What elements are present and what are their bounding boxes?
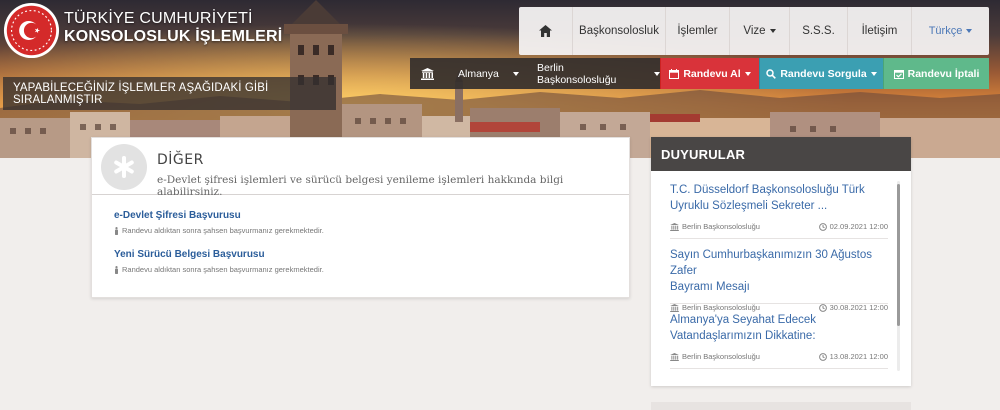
- clock-icon: [818, 303, 827, 312]
- brand-line-2: KONSOLOSLUK İŞLEMLERİ: [64, 28, 283, 45]
- nav-islemler[interactable]: İşlemler: [666, 7, 730, 55]
- news-divider: [670, 303, 888, 304]
- appointment-query-label: Randevu Sorgula: [780, 67, 867, 80]
- news-title-line-1[interactable]: Almanya'ya Seyahat Edecek: [670, 312, 888, 328]
- appointment-query-button[interactable]: Randevu Sorgula: [759, 58, 883, 89]
- news-item[interactable]: Almanya'ya Seyahat Edecek Vatandaşlarımı…: [670, 312, 888, 361]
- appointment-button[interactable]: Randevu Al: [660, 58, 759, 89]
- calendar-check-icon: [893, 69, 904, 79]
- language-selector[interactable]: Türkçe: [912, 7, 989, 55]
- mission-building-icon-cell: [410, 58, 448, 89]
- category-badge: [101, 144, 147, 190]
- news-date-text: 30.08.2021 12:00: [829, 303, 888, 312]
- news-meta: Berlin Başkonsolosluğu 30.08.2021 12:00: [670, 303, 888, 312]
- institution-icon: [420, 67, 434, 80]
- driver-license-link[interactable]: Yeni Sürücü Belgesi Başvurusu: [114, 249, 324, 260]
- mission-label: Berlin Başkonsolosluğu: [537, 61, 617, 86]
- service-item: e-Devlet Şifresi Başvurusu Randevu aldık…: [114, 210, 324, 235]
- chevron-down-icon: [744, 71, 751, 76]
- news-date-text: 02.09.2021 12:00: [829, 222, 888, 231]
- news-meta: Berlin Başkonsolosluğu 13.08.2021 12:00: [670, 352, 888, 361]
- appointment-cancel-button[interactable]: Randevu İptali: [883, 58, 989, 89]
- turkey-emblem-logo[interactable]: [3, 2, 60, 59]
- news-date: 30.08.2021 12:00: [818, 303, 888, 312]
- mission-toolbar: Almanya Berlin Başkonsolosluğu Randevu A…: [410, 58, 989, 89]
- news-source: Berlin Başkonsolosluğu: [670, 222, 760, 231]
- person-icon: [115, 265, 118, 274]
- institution-icon: [670, 222, 679, 231]
- institution-icon: [670, 352, 679, 361]
- asterisk-icon: [114, 156, 134, 178]
- news-source-text: Berlin Başkonsolosluğu: [682, 303, 760, 312]
- announcements-title: DUYURULAR: [651, 137, 911, 171]
- service-item: Yeni Sürücü Belgesi Başvurusu Randevu al…: [114, 249, 324, 274]
- news-divider: [670, 368, 888, 369]
- news-date-text: 13.08.2021 12:00: [829, 352, 888, 361]
- clock-icon: [818, 222, 827, 231]
- card-header: DİĞER e-Devlet şifresi işlemleri ve sürü…: [92, 138, 629, 198]
- edevlet-password-link[interactable]: e-Devlet Şifresi Başvurusu: [114, 210, 324, 221]
- brand-title[interactable]: TÜRKİYE CUMHURİYETİ KONSOLOSLUK İŞLEMLER…: [64, 10, 282, 46]
- news-source: Berlin Başkonsolosluğu: [670, 303, 760, 312]
- news-scrollbar-thumb[interactable]: [897, 184, 900, 326]
- country-label: Almanya: [458, 67, 499, 80]
- header-hero: TÜRKİYE CUMHURİYETİ KONSOLOSLUK İŞLEMLER…: [0, 0, 1000, 158]
- nav-sss[interactable]: S.S.S.: [790, 7, 848, 55]
- news-date: 13.08.2021 12:00: [818, 352, 888, 361]
- top-navigation: Başkonsolosluk İşlemler Vize S.S.S. İlet…: [519, 7, 989, 55]
- chevron-down-icon: [870, 71, 877, 76]
- news-item[interactable]: T.C. Düsseldorf Başkonsolosluğu Türk Uyr…: [670, 182, 888, 231]
- nav-iletisim[interactable]: İletişim: [848, 7, 912, 55]
- home-button[interactable]: [519, 7, 573, 55]
- news-title-line-2[interactable]: Bayramı Mesajı: [670, 279, 888, 295]
- news-source: Berlin Başkonsolosluğu: [670, 352, 760, 361]
- search-icon: [766, 68, 777, 79]
- news-source-text: Berlin Başkonsolosluğu: [682, 352, 760, 361]
- next-panel-edge: [651, 402, 911, 410]
- person-icon: [115, 226, 118, 235]
- card-title: DİĞER: [157, 152, 204, 168]
- chevron-down-icon: [769, 29, 776, 33]
- news-title-line-2[interactable]: Uyruklu Sözleşmeli Sekreter ...: [670, 198, 888, 214]
- info-banner: YAPABİLECEĞİNİZ İŞLEMLER AŞAĞIDAKİ GİBİ …: [3, 77, 336, 110]
- calendar-icon: [669, 68, 680, 79]
- service-note-text: Randevu aldıktan sonra şahsen başvurmanı…: [122, 226, 324, 235]
- country-select[interactable]: Almanya: [448, 58, 528, 89]
- chevron-down-icon: [966, 29, 973, 33]
- news-date: 02.09.2021 12:00: [818, 222, 888, 231]
- service-note-text: Randevu aldıktan sonra şahsen başvurmanı…: [122, 265, 324, 274]
- news-divider: [670, 238, 888, 239]
- brand-line-1: TÜRKİYE CUMHURİYETİ: [64, 10, 253, 27]
- appointment-cancel-label: Randevu İptali: [907, 67, 980, 80]
- institution-icon: [670, 303, 679, 312]
- language-label: Türkçe: [928, 25, 963, 37]
- chevron-down-icon: [512, 71, 519, 76]
- news-meta: Berlin Başkonsolosluğu 02.09.2021 12:00: [670, 222, 888, 231]
- appointment-label: Randevu Al: [683, 67, 741, 80]
- home-icon: [539, 25, 552, 37]
- card-description: e-Devlet şifresi işlemleri ve sürücü bel…: [157, 174, 564, 198]
- other-services-card: DİĞER e-Devlet şifresi işlemleri ve sürü…: [91, 137, 630, 298]
- nav-vize[interactable]: Vize: [730, 7, 790, 55]
- news-title-line-1[interactable]: T.C. Düsseldorf Başkonsolosluğu Türk: [670, 182, 888, 198]
- news-title-line-1[interactable]: Sayın Cumhurbaşkanımızın 30 Ağustos Zafe…: [670, 247, 888, 279]
- service-note: Randevu aldıktan sonra şahsen başvurmanı…: [114, 265, 324, 274]
- news-source-text: Berlin Başkonsolosluğu: [682, 222, 760, 231]
- clock-icon: [818, 352, 827, 361]
- announcements-panel: DUYURULAR T.C. Düsseldorf Başkonsolosluğ…: [651, 137, 911, 386]
- nav-vize-label: Vize: [743, 25, 766, 37]
- news-title-line-2[interactable]: Vatandaşlarımızın Dikkatine:: [670, 328, 888, 344]
- nav-baskonsolosluk[interactable]: Başkonsolosluk: [573, 7, 666, 55]
- service-note: Randevu aldıktan sonra şahsen başvurmanı…: [114, 226, 324, 235]
- mission-select[interactable]: Berlin Başkonsolosluğu: [528, 58, 660, 89]
